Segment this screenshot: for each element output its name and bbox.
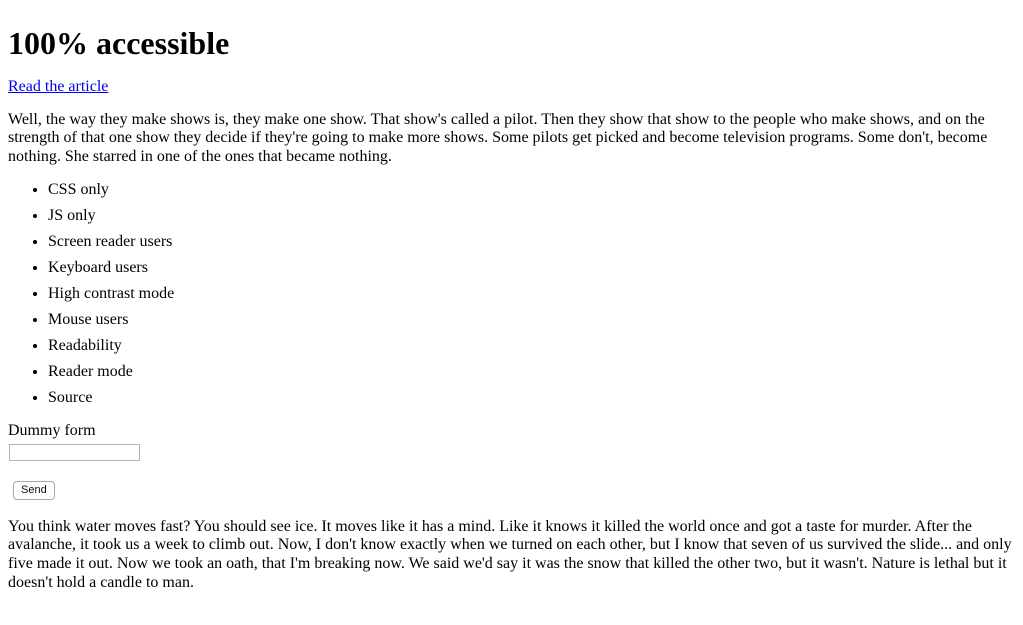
list-item: Keyboard users [48,259,1015,277]
list-item: CSS only [48,181,1015,199]
dummy-form-label: Dummy form [8,422,96,440]
list-item: Source [48,389,1015,407]
tail-paragraph: You think water moves fast? You should s… [8,517,1012,591]
feature-list: CSS only JS only Screen reader users Key… [8,181,1015,407]
list-item: JS only [48,207,1015,225]
list-item: Readability [48,337,1015,355]
intro-paragraph: Well, the way they make shows is, they m… [8,110,988,166]
list-item: High contrast mode [48,285,1015,303]
list-item: Mouse users [48,311,1015,329]
list-item: Screen reader users [48,233,1015,251]
dummy-form: Dummy form Send [8,422,1015,500]
send-button[interactable]: Send [13,480,55,500]
article-link-paragraph: Read the article [8,78,1015,96]
list-item: Reader mode [48,363,1015,381]
read-the-article-link[interactable]: Read the article [8,78,108,95]
page-body: { "page": { "title": "100% accessible", … [0,0,1023,625]
dummy-text-input[interactable] [9,443,140,461]
page-title: 100% accessible [8,24,230,61]
